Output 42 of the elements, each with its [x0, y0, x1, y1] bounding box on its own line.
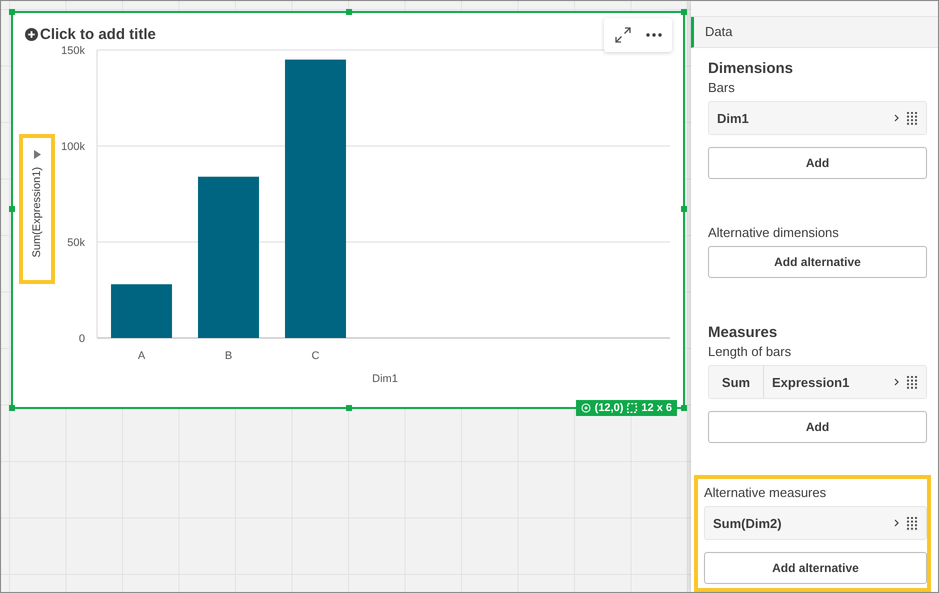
- chevron-icon[interactable]: [894, 519, 899, 527]
- dashed-square-icon: [627, 403, 638, 413]
- field-label: Expression1: [771, 374, 850, 390]
- position-text: (12,0): [594, 402, 624, 414]
- drag-handle-icon[interactable]: [907, 112, 918, 124]
- drag-handle-icon[interactable]: [907, 376, 918, 388]
- y-tick-label: 100k: [61, 141, 85, 153]
- plus-circle-icon[interactable]: [25, 28, 38, 40]
- field-label: Dim1: [716, 110, 750, 126]
- aggregation-label[interactable]: Sum: [709, 366, 764, 398]
- add-button[interactable]: Add: [708, 147, 927, 179]
- field-label: Sum(Dim2): [712, 516, 783, 530]
- x-category-label: A: [138, 350, 146, 362]
- x-axis-title[interactable]: Dim1: [372, 373, 398, 385]
- x-category-label: B: [224, 350, 232, 362]
- y-tick-label: 0: [78, 333, 85, 345]
- expand-arrow-icon[interactable]: [34, 150, 40, 159]
- more-icon[interactable]: [646, 32, 662, 38]
- section-heading: Measures: [708, 324, 778, 341]
- data-tab[interactable]: Data: [691, 16, 938, 48]
- y-axis-title[interactable]: Sum(Expression1): [31, 167, 43, 258]
- section-subheading: Bars: [708, 80, 736, 95]
- drag-handle-icon[interactable]: [907, 516, 918, 530]
- x-category-label: C: [312, 350, 320, 362]
- expand-icon[interactable]: [614, 26, 632, 44]
- field-item[interactable]: Sum Expression1: [708, 365, 927, 399]
- add-button[interactable]: Add alternative: [704, 552, 927, 584]
- chevron-icon[interactable]: [894, 114, 899, 122]
- field-item[interactable]: Dim1: [708, 101, 927, 135]
- section-subheading: Alternative measures: [704, 485, 828, 500]
- section-heading: Dimensions: [708, 60, 794, 77]
- add-button[interactable]: Add: [708, 411, 927, 443]
- y-tick-label: 150k: [61, 45, 85, 57]
- chevron-icon[interactable]: [894, 378, 899, 386]
- add-button[interactable]: Add alternative: [708, 246, 927, 278]
- chart-title-placeholder[interactable]: Click to add title: [40, 26, 156, 42]
- crosshair-icon: [580, 403, 591, 413]
- field-item[interactable]: Sum(Dim2): [704, 506, 927, 540]
- y-tick-label: 50k: [67, 237, 85, 249]
- section-subheading: Alternative dimensions: [708, 225, 840, 240]
- section-subheading: Length of bars: [708, 344, 792, 359]
- size-text: 12 x 6: [641, 402, 672, 414]
